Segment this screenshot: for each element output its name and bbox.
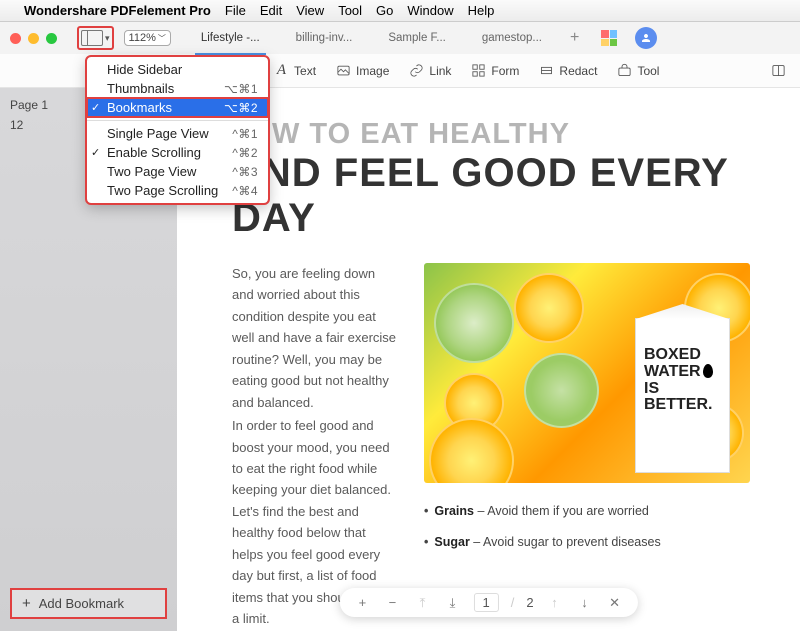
minimize-window[interactable] — [28, 33, 39, 44]
tool-label: Image — [356, 64, 389, 78]
list-item: Sugar – Avoid sugar to prevent diseases — [424, 532, 750, 553]
boxed-water-carton: BOXED WATER IS BETTER. — [635, 318, 730, 473]
zoom-out-button[interactable]: − — [383, 595, 401, 610]
menu-two-page-scrolling[interactable]: Two Page Scrolling ^⌘4 — [87, 181, 268, 200]
tool-panels[interactable] — [761, 59, 796, 82]
account-avatar[interactable] — [635, 27, 657, 49]
document-page: W TO EAT HEALTHY AND FEEL GOOD EVERY DAY… — [177, 88, 800, 631]
close-nav-button[interactable]: ✕ — [606, 595, 624, 611]
page-sep: / — [511, 595, 515, 610]
zoom-value: 112% — [129, 32, 156, 44]
toolbox-icon — [617, 63, 632, 78]
zoom-in-button[interactable]: + — [353, 595, 371, 610]
app-name[interactable]: Wondershare PDFelement Pro — [24, 3, 211, 18]
menu-tool[interactable]: Tool — [338, 3, 362, 18]
next-page-button[interactable]: ↓ — [576, 595, 594, 610]
redact-icon — [539, 63, 554, 78]
traffic-lights — [10, 33, 57, 44]
app-grid-icon[interactable] — [601, 30, 617, 46]
tool-image[interactable]: Image — [326, 59, 399, 82]
add-bookmark-label: Add Bookmark — [39, 596, 124, 611]
tab-bar: Lifestyle -... billing-inv... Sample F..… — [183, 25, 790, 51]
title-line1: W TO EAT HEALTHY — [272, 118, 750, 151]
sidebar-view-dropdown[interactable]: ▾ — [77, 26, 114, 50]
chevron-down-icon: ▾ — [105, 33, 110, 44]
tool-label: Tool — [637, 64, 659, 78]
doc-right-column: BOXED WATER IS BETTER. Grains – Avoid th… — [424, 263, 750, 629]
panels-icon — [771, 63, 786, 78]
close-window[interactable] — [10, 33, 21, 44]
menu-help[interactable]: Help — [468, 3, 495, 18]
last-page-button[interactable]: ⤓ — [443, 595, 461, 611]
current-page-input[interactable]: 1 — [473, 593, 498, 612]
citrus-image: BOXED WATER IS BETTER. — [424, 263, 750, 483]
tool-tool[interactable]: Tool — [607, 59, 669, 82]
image-icon — [336, 63, 351, 78]
check-icon: ✓ — [91, 146, 100, 159]
tool-label: Link — [429, 64, 451, 78]
menu-single-page[interactable]: Single Page View ^⌘1 — [87, 124, 268, 143]
mac-menubar: Wondershare PDFelement Pro File Edit Vie… — [0, 0, 800, 22]
tool-link[interactable]: Link — [399, 59, 461, 82]
menu-file[interactable]: File — [225, 3, 246, 18]
tool-label: Text — [294, 64, 316, 78]
tool-label: Redact — [559, 64, 597, 78]
tool-label: Form — [491, 64, 519, 78]
tab-gamestop[interactable]: gamestop... — [464, 28, 560, 48]
sidebar-view-menu: Hide Sidebar Thumbnails ⌥⌘1 ✓ Bookmarks … — [86, 56, 269, 204]
doc-text-column: So, you are feeling down and worried abo… — [232, 263, 400, 629]
add-bookmark-button[interactable]: + Add Bookmark — [10, 588, 167, 619]
menu-separator — [87, 120, 268, 121]
page-navigator: + − ⤒ ⤓ 1 / 2 ↑ ↓ ✕ — [339, 588, 637, 617]
menu-bookmarks[interactable]: ✓ Bookmarks ⌥⌘2 — [87, 98, 268, 117]
menu-edit[interactable]: Edit — [260, 3, 282, 18]
check-icon: ✓ — [91, 101, 100, 114]
total-pages: 2 — [526, 595, 533, 610]
menu-two-page[interactable]: Two Page View ^⌘3 — [87, 162, 268, 181]
first-page-button[interactable]: ⤒ — [413, 595, 431, 611]
tool-form[interactable]: Form — [461, 59, 529, 82]
new-tab-button[interactable]: + — [560, 25, 589, 51]
tab-lifestyle[interactable]: Lifestyle -... — [183, 28, 278, 48]
chevron-down-icon: ﹀ — [158, 33, 166, 44]
window-chrome: ▾ 112% ﹀ Lifestyle -... billing-inv... S… — [0, 22, 800, 54]
menu-window[interactable]: Window — [407, 3, 453, 18]
tab-sample[interactable]: Sample F... — [370, 28, 464, 48]
tool-redact[interactable]: Redact — [529, 59, 607, 82]
prev-page-button[interactable]: ↑ — [546, 595, 564, 610]
menu-thumbnails[interactable]: Thumbnails ⌥⌘1 — [87, 79, 268, 98]
doc-title: W TO EAT HEALTHY AND FEEL GOOD EVERY DAY — [232, 118, 750, 241]
zoom-window[interactable] — [46, 33, 57, 44]
bullet-list: Grains – Avoid them if you are worried S… — [424, 501, 750, 552]
tool-text[interactable]: A Text — [264, 59, 326, 82]
zoom-select[interactable]: 112% ﹀ — [124, 30, 171, 46]
menu-hide-sidebar[interactable]: Hide Sidebar — [87, 60, 268, 79]
document-viewport[interactable]: W TO EAT HEALTHY AND FEEL GOOD EVERY DAY… — [177, 88, 800, 631]
list-item: Grains – Avoid them if you are worried — [424, 501, 750, 522]
water-drop-icon — [703, 364, 713, 378]
tab-billing[interactable]: billing-inv... — [278, 28, 371, 48]
title-line2: AND FEEL GOOD EVERY DAY — [232, 151, 750, 241]
text-icon: A — [274, 63, 289, 78]
plus-icon: + — [22, 595, 31, 612]
paragraph-1: So, you are feeling down and worried abo… — [232, 263, 400, 413]
menu-enable-scrolling[interactable]: ✓ Enable Scrolling ^⌘2 — [87, 143, 268, 162]
form-icon — [471, 63, 486, 78]
menu-view[interactable]: View — [296, 3, 324, 18]
menu-go[interactable]: Go — [376, 3, 393, 18]
panel-icon — [81, 30, 103, 46]
link-icon — [409, 63, 424, 78]
